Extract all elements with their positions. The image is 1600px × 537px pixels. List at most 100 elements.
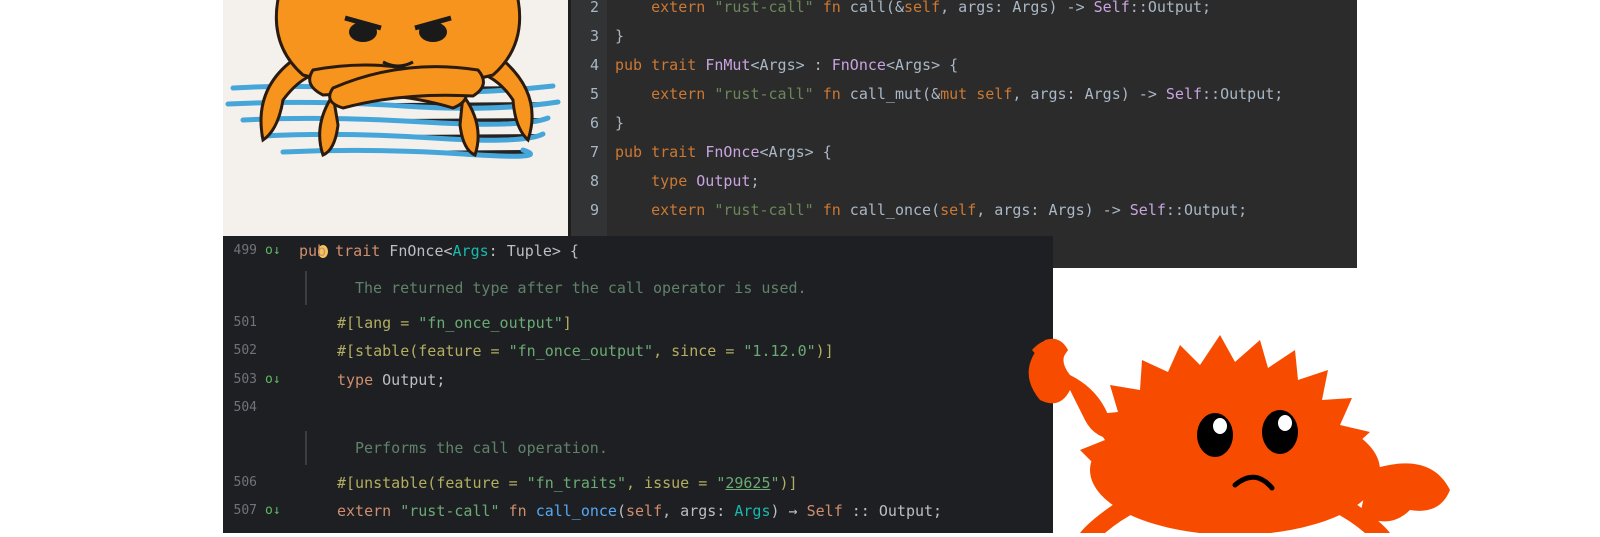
- line-number: 504: [233, 400, 257, 415]
- code-line: 503 o↓ type Output;: [223, 366, 1053, 394]
- code-token: Args: [734, 502, 771, 520]
- line-number: 507: [233, 503, 257, 518]
- line-number: 6: [589, 114, 599, 132]
- line-number: 3: [589, 27, 599, 45]
- code-token: , issue =: [626, 474, 717, 492]
- line-number: 506: [233, 475, 257, 490]
- code-panel-fnonce-source: 499 o↓ pub trait FnOnce<Args: Tuple> {The …: [223, 236, 1053, 533]
- code-token: "fn_once_output": [508, 342, 654, 360]
- code-token: Self: [1129, 201, 1166, 219]
- code-token: mut: [940, 85, 968, 103]
- code-text: extern "rust-call" fn call_once(self, ar…: [337, 497, 942, 525]
- line-number: 503: [233, 372, 257, 387]
- ferris-svg: [1028, 335, 1450, 535]
- code-token: self: [626, 502, 663, 520]
- ferris-right-claw: [1360, 463, 1450, 522]
- code-token: Performs the call operation.: [355, 439, 608, 457]
- code-token: ]: [562, 314, 572, 332]
- code-token: ) →: [770, 502, 807, 520]
- code-token: ": [716, 474, 726, 492]
- code-token: "rust-call": [714, 0, 814, 16]
- code-token: #[stable(feature =: [337, 342, 509, 360]
- code-token: type: [651, 172, 688, 190]
- code-text: type Output;: [337, 366, 445, 394]
- code-token: }: [615, 27, 625, 45]
- code-token: "fn_traits": [526, 474, 626, 492]
- code-token: self: [904, 0, 941, 16]
- code-token: "1.12.0": [743, 342, 816, 360]
- code-token: #[unstable(feature =: [337, 474, 527, 492]
- code-token: ::Output;: [1165, 201, 1248, 219]
- code-token: pub: [299, 242, 327, 260]
- code-token: extern: [337, 502, 392, 520]
- code-token: Args: [452, 242, 489, 260]
- code-token: Self: [806, 502, 843, 520]
- code-token: extern: [651, 85, 706, 103]
- code-text: }: [615, 21, 624, 51]
- ferris-left-eye: [1197, 413, 1233, 457]
- code-token: Output: [696, 172, 751, 190]
- code-token: "rust-call": [714, 85, 814, 103]
- code-token: The returned type after the call operato…: [355, 279, 807, 297]
- code-token: call_once(: [840, 201, 941, 219]
- code-token: pub: [615, 143, 643, 161]
- code-token: <Args> {: [759, 143, 832, 161]
- code-token: FnOnce<: [380, 242, 453, 260]
- code-token: fn: [822, 85, 841, 103]
- override-gutter-icon[interactable]: o↓: [265, 497, 281, 525]
- ferris-right-eye: [1262, 410, 1298, 454]
- code-token: Output;: [373, 371, 446, 389]
- code-text: pub trait FnMut<Args> : FnOnce<Args> {: [615, 50, 958, 80]
- line-number: 2: [589, 0, 599, 16]
- code-token: , args: Args) ->: [1012, 85, 1166, 103]
- line-number: 8: [589, 172, 599, 190]
- line-number: 502: [233, 343, 257, 358]
- code-token: <Args> {: [885, 56, 959, 74]
- code-token: FnOnce: [705, 143, 760, 161]
- code-panel-trait-definitions: 2 extern "rust-call" fn call(&self, args…: [568, 0, 1357, 268]
- code-token: , args:: [662, 502, 735, 520]
- code-token: Self: [1165, 85, 1203, 103]
- line-number: 9: [589, 201, 599, 219]
- code-line: 501 #[lang = "fn_once_output"]: [223, 309, 1053, 337]
- override-gutter-icon[interactable]: o↓: [265, 366, 281, 394]
- code-token: :: Output;: [842, 502, 943, 520]
- code-text: }: [615, 108, 624, 138]
- code-line: 507 o↓ extern "rust-call" fn call_once(sel…: [223, 497, 1053, 525]
- doc-comment-line: The returned type after the call operato…: [223, 271, 1053, 305]
- code-text: #[unstable(feature = "fn_traits", issue …: [337, 469, 798, 497]
- code-token: fn: [822, 201, 841, 219]
- line-number: 5: [589, 85, 599, 103]
- code-token: call_once: [535, 502, 617, 520]
- hand-drawn-crab-illustration: [223, 0, 568, 238]
- code-token: )]: [815, 342, 834, 360]
- code-token: pub: [615, 56, 643, 74]
- code-text: extern "rust-call" fn call_once(self, ar…: [615, 195, 1247, 225]
- code-token: ::Output;: [1129, 0, 1212, 16]
- hand-drawn-crab-svg: [225, 0, 561, 159]
- code-token: 29625: [725, 474, 771, 492]
- line-number: 501: [233, 315, 257, 330]
- code-token: self: [976, 85, 1013, 103]
- code-line: 504: [223, 394, 1053, 422]
- override-gutter-icon[interactable]: o↓: [265, 237, 281, 265]
- code-text: pub trait FnOnce<Args: Tuple> {: [299, 237, 579, 265]
- code-token: trait: [335, 242, 381, 260]
- code-token: <Args> :: [750, 56, 832, 74]
- code-token: #[lang =: [337, 314, 419, 332]
- code-token: self: [940, 201, 977, 219]
- code-token: "fn_once_output": [418, 314, 563, 332]
- code-token: call_mut(&: [840, 85, 941, 103]
- code-line: 506 #[unstable(feature = "fn_traits", iss…: [223, 469, 1053, 497]
